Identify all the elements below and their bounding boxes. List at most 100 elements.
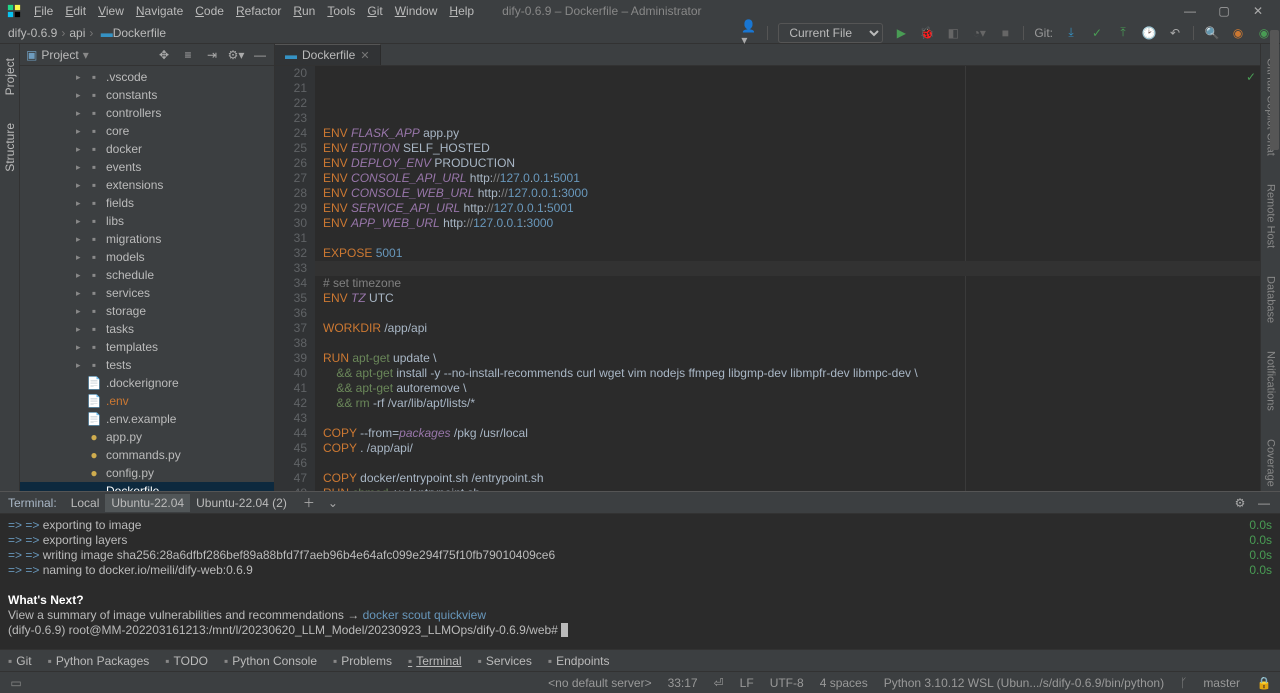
app-logo [6, 3, 22, 19]
tree-item[interactable]: ●commands.py [20, 446, 274, 464]
terminal-tab[interactable]: Ubuntu-22.04 (2) [190, 494, 293, 512]
project-tree[interactable]: ▸▪.vscode▸▪constants▸▪controllers▸▪core▸… [20, 66, 274, 491]
bottom-tool-services[interactable]: ▪Services [478, 654, 532, 668]
tab-dockerfile[interactable]: ▬ Dockerfile ✕ [275, 44, 381, 65]
git-update-icon[interactable]: ⤓ [1063, 25, 1079, 41]
settings-icon[interactable]: ⚙▾ [228, 47, 244, 63]
tree-item[interactable]: ●app.py [20, 428, 274, 446]
folder-icon: ▣ [26, 48, 37, 62]
status-server[interactable]: <no default server> [548, 676, 651, 690]
bottom-tool-terminal[interactable]: ▪Terminal [408, 654, 462, 668]
codewithme-icon[interactable]: ◉ [1230, 25, 1246, 41]
terminal-dropdown-icon[interactable]: ⌄ [325, 495, 341, 511]
close-icon[interactable]: ✕ [1250, 3, 1266, 19]
dropdown-icon[interactable]: ▾ [83, 48, 89, 62]
collapse-icon[interactable]: ⇥ [204, 47, 220, 63]
status-run-icon[interactable]: ▭ [8, 675, 24, 691]
git-push-icon[interactable]: ⤒ [1115, 25, 1131, 41]
terminal-label: Terminal: [8, 496, 57, 510]
maximize-icon[interactable]: ▢ [1216, 3, 1232, 19]
tree-item[interactable]: ▸▪extensions [20, 176, 274, 194]
tree-item[interactable]: 📄.env [20, 392, 274, 410]
tree-item[interactable]: ▸▪services [20, 284, 274, 302]
menu-file[interactable]: File [28, 1, 59, 21]
breadcrumb-part[interactable]: dify-0.6.9 [8, 26, 57, 40]
menu-refactor[interactable]: Refactor [230, 1, 287, 21]
editor-tabs: ▬ Dockerfile ✕ [275, 44, 1260, 66]
inspection-ok-icon[interactable]: ✓ [1246, 70, 1256, 85]
git-rollback-icon[interactable]: ↶ [1167, 25, 1183, 41]
tab-close-icon[interactable]: ✕ [360, 49, 369, 62]
bottom-tool-python-console[interactable]: ▪Python Console [224, 654, 317, 668]
add-terminal-icon[interactable]: ＋ [301, 495, 317, 511]
code-area[interactable]: 2021222324252627282930313233343536373839… [275, 66, 1260, 491]
breadcrumb-part[interactable]: Dockerfile [113, 26, 166, 40]
menu-window[interactable]: Window [389, 1, 444, 21]
menu-navigate[interactable]: Navigate [130, 1, 189, 21]
run-icon[interactable]: ▶ [893, 25, 909, 41]
menu-run[interactable]: Run [287, 1, 321, 21]
bottom-tool-todo[interactable]: ▪TODO [165, 654, 208, 668]
search-icon[interactable]: 🔍 [1204, 25, 1220, 41]
bottom-tool-git[interactable]: ▪Git [8, 654, 32, 668]
minimize-icon[interactable]: — [1182, 3, 1198, 19]
bottom-tool-python-packages[interactable]: ▪Python Packages [48, 654, 150, 668]
project-sidebar: ▣ Project ▾ ✥ ≡ ⇥ ⚙▾ — ▸▪.vscode▸▪consta… [20, 44, 275, 491]
tree-item[interactable]: ▸▪docker [20, 140, 274, 158]
tree-item[interactable]: ▸▪models [20, 248, 274, 266]
tree-item[interactable]: ▸▪core [20, 122, 274, 140]
menu-git[interactable]: Git [361, 1, 388, 21]
profile-icon[interactable]: ◔▾ [971, 25, 987, 41]
tree-item[interactable]: ▸▪events [20, 158, 274, 176]
status-branch[interactable]: master [1203, 676, 1240, 690]
tree-item[interactable]: ▸▪tasks [20, 320, 274, 338]
status-position[interactable]: 33:17 [668, 676, 698, 690]
tree-item[interactable]: ▸▪constants [20, 86, 274, 104]
terminal-settings-icon[interactable]: ⚙ [1232, 495, 1248, 511]
tree-item[interactable]: ▸▪storage [20, 302, 274, 320]
expand-icon[interactable]: ≡ [180, 47, 196, 63]
tree-item[interactable]: 📄.env.example [20, 410, 274, 428]
menu-edit[interactable]: Edit [59, 1, 92, 21]
tree-item[interactable]: 📄.dockerignore [20, 374, 274, 392]
status-interpreter[interactable]: Python 3.10.12 WSL (Ubun.../s/dify-0.6.9… [884, 676, 1164, 690]
status-bar: ▭ <no default server> 33:17 ⏎ LF UTF-8 4… [0, 671, 1280, 693]
hide-icon[interactable]: — [252, 47, 268, 63]
terminal-tab[interactable]: Ubuntu-22.04 [105, 494, 190, 512]
bottom-tool-problems[interactable]: ▪Problems [333, 654, 392, 668]
status-sep[interactable]: LF [740, 676, 754, 690]
breadcrumb-part[interactable]: api [69, 26, 85, 40]
status-indent[interactable]: 4 spaces [820, 676, 868, 690]
tree-item[interactable]: ▸▪tests [20, 356, 274, 374]
tree-item[interactable]: ●config.py [20, 464, 274, 482]
user-icon[interactable]: 👤▾ [741, 25, 757, 41]
git-commit-icon[interactable]: ✓ [1089, 25, 1105, 41]
line-gutter: 2021222324252627282930313233343536373839… [275, 66, 315, 491]
tree-item[interactable]: ▸▪fields [20, 194, 274, 212]
tree-item[interactable]: ▸▪.vscode [20, 68, 274, 86]
tool-project[interactable]: Project [1, 54, 19, 99]
tree-item[interactable]: ▸▪migrations [20, 230, 274, 248]
terminal-body[interactable]: => => exporting to image0.0s=> => export… [0, 514, 1280, 649]
select-opened-icon[interactable]: ✥ [156, 47, 172, 63]
tree-item[interactable]: ▸▪libs [20, 212, 274, 230]
debug-icon[interactable]: 🐞 [919, 25, 935, 41]
git-history-icon[interactable]: 🕑 [1141, 25, 1157, 41]
bottom-tool-endpoints[interactable]: ▪Endpoints [548, 654, 610, 668]
menu-code[interactable]: Code [189, 1, 230, 21]
tree-item[interactable]: ▸▪controllers [20, 104, 274, 122]
tool-structure[interactable]: Structure [1, 119, 19, 176]
tree-item[interactable]: ▸▪schedule [20, 266, 274, 284]
menu-help[interactable]: Help [443, 1, 480, 21]
tree-item[interactable]: ▬Dockerfile [20, 482, 274, 491]
stop-icon[interactable]: ■ [997, 25, 1013, 41]
coverage-icon[interactable]: ◧ [945, 25, 961, 41]
editor: ▬ Dockerfile ✕ 2021222324252627282930313… [275, 44, 1260, 491]
tree-item[interactable]: ▸▪templates [20, 338, 274, 356]
status-encoding[interactable]: UTF-8 [770, 676, 804, 690]
menu-view[interactable]: View [92, 1, 130, 21]
menu-tools[interactable]: Tools [321, 1, 361, 21]
run-config-select[interactable]: Current File [778, 23, 883, 43]
code-lines[interactable]: ✓ ENV FLASK_APP app.pyENV EDITION SELF_H… [315, 66, 1260, 491]
terminal-tab[interactable]: Local [65, 494, 106, 512]
